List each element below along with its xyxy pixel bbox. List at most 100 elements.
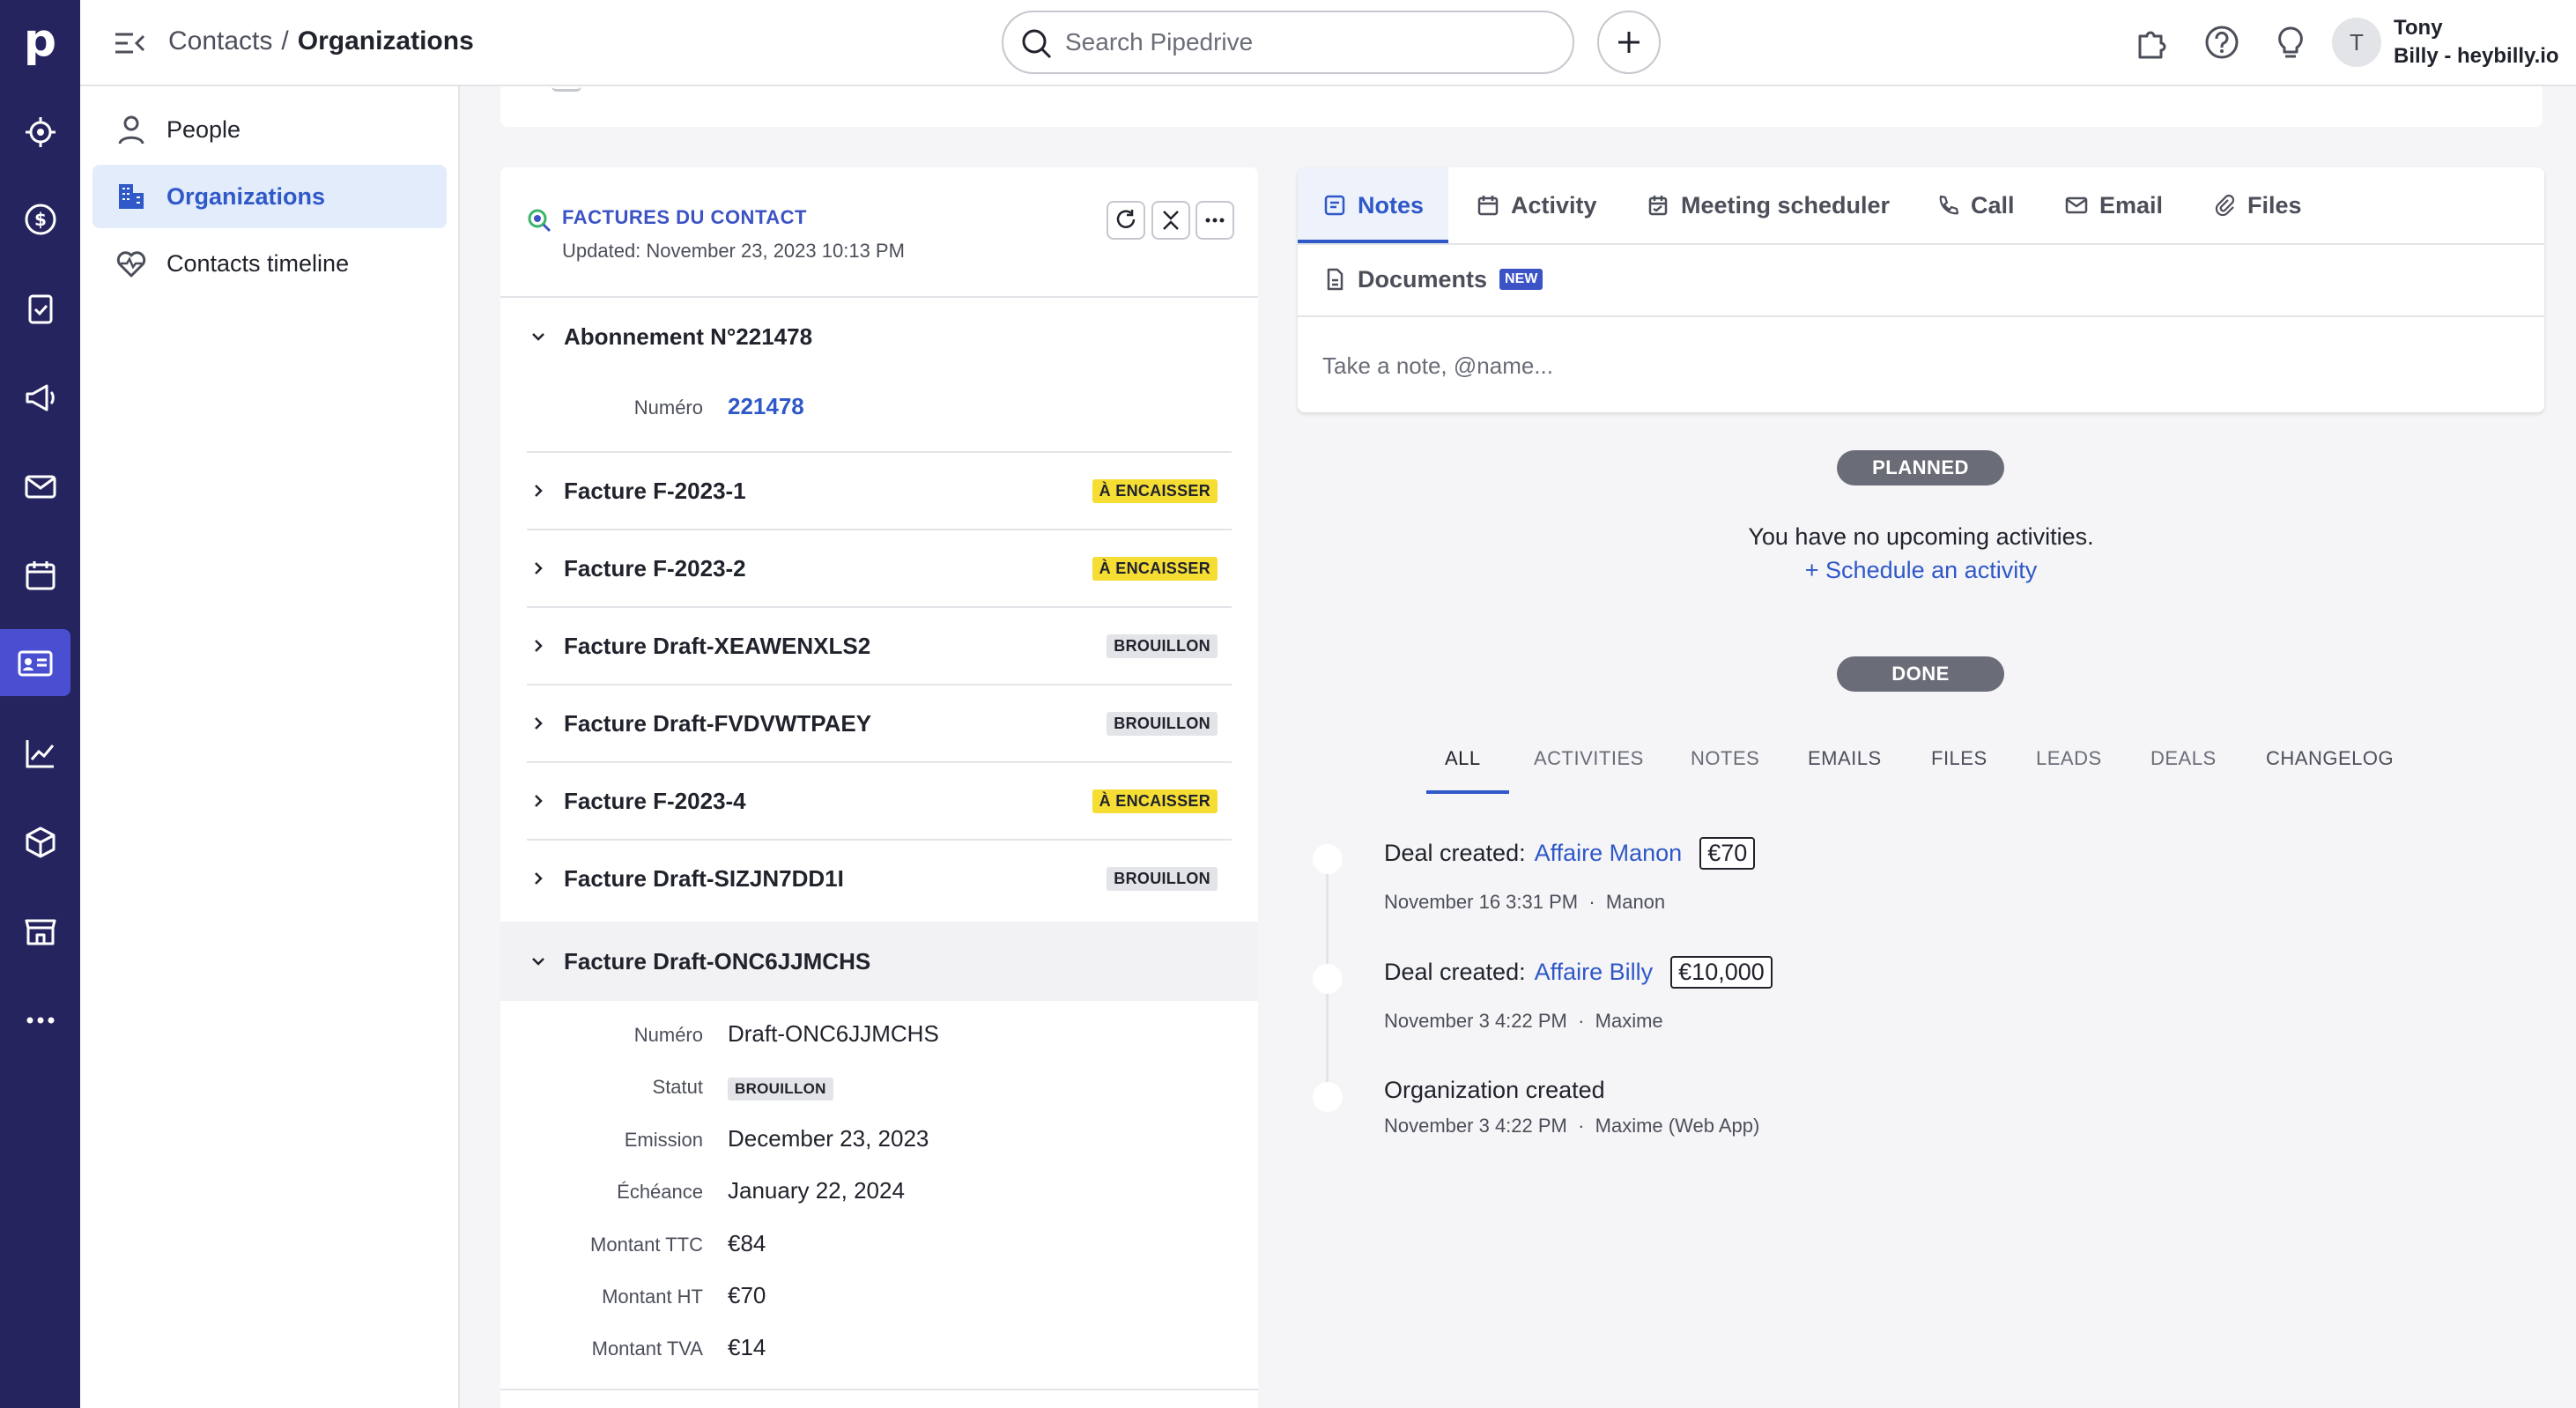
factures-header: FACTURES DU CONTACT Updated: November 23… xyxy=(500,167,1258,298)
insights-icon[interactable] xyxy=(9,720,71,787)
invoice-row[interactable]: Facture F-2023-1 À ENCAISSER xyxy=(527,451,1232,529)
filter-tab-all[interactable]: ALL xyxy=(1445,747,1481,793)
field-value: BROUILLON xyxy=(728,1072,833,1100)
active-filter-indicator xyxy=(1426,790,1509,794)
help-icon[interactable] xyxy=(2203,24,2240,61)
invoice-title: Facture F-2023-2 xyxy=(564,554,746,582)
invoice-row[interactable]: Facture F-2023-2 À ENCAISSER xyxy=(527,529,1232,606)
event-label: Deal created: xyxy=(1384,840,1526,866)
plus-icon xyxy=(1618,32,1640,53)
schedule-activity-label[interactable]: + Schedule an activity xyxy=(1805,557,2037,583)
invoice-row[interactable]: Facture Draft-SIZJN7DD1I BROUILLON xyxy=(527,839,1232,916)
meeting-scheduler-icon xyxy=(1648,196,1668,216)
field-value: €84 xyxy=(728,1230,766,1256)
more-icon[interactable] xyxy=(9,987,71,1054)
timeline-event: Deal created: Affaire Billy €10,000 xyxy=(1384,956,1773,989)
invoice-title: Facture Draft-ONC6JJMCHS xyxy=(564,947,871,974)
tips-lightbulb-icon[interactable] xyxy=(2272,24,2309,61)
filter-tab-notes[interactable]: NOTES xyxy=(1691,747,1759,793)
status-badge: BROUILLON xyxy=(1107,712,1218,736)
refresh-button[interactable] xyxy=(1107,201,1145,240)
field-value: Draft-ONC6JJMCHS xyxy=(728,1020,939,1047)
deals-icon[interactable]: $ xyxy=(9,186,71,253)
more-actions-button[interactable] xyxy=(1195,201,1234,240)
tab-files[interactable]: Files xyxy=(2212,167,2302,243)
search-box[interactable] xyxy=(1002,11,1574,74)
subnav-item-organizations[interactable]: Organizations xyxy=(93,165,447,228)
subnav-label: Contacts timeline xyxy=(167,249,350,277)
field-value: €70 xyxy=(728,1282,766,1308)
campaigns-icon[interactable] xyxy=(9,364,71,431)
status-badge: À ENCAISSER xyxy=(1092,479,1218,503)
invoice-title: Facture F-2023-1 xyxy=(564,477,746,504)
field-label: Numéro xyxy=(633,1024,703,1046)
calendar-icon[interactable] xyxy=(9,542,71,609)
activities-icon[interactable] xyxy=(9,275,71,342)
collapse-menu-icon[interactable] xyxy=(112,26,147,61)
deal-amount: €10,000 xyxy=(1670,956,1773,989)
invoice-row[interactable]: Facture Draft-XEAWENXLS2 BROUILLON xyxy=(527,606,1232,684)
invoice-row-expanded[interactable]: Facture Draft-ONC6JJMCHS xyxy=(527,923,1232,1000)
deal-amount: €70 xyxy=(1699,837,1756,870)
tab-activity[interactable]: Activity xyxy=(1476,167,1597,243)
detail-row: Montant HT €70 xyxy=(527,1280,1232,1315)
chevron-right-icon xyxy=(527,870,550,887)
extensions-icon[interactable] xyxy=(2133,24,2170,61)
divider xyxy=(500,1389,1258,1390)
filter-tab-activities[interactable]: ACTIVITIES xyxy=(1534,747,1644,793)
tab-meeting-scheduler[interactable]: Meeting scheduler xyxy=(1646,167,1890,243)
chevron-right-icon xyxy=(527,559,550,577)
quick-add-button[interactable] xyxy=(1597,11,1661,74)
invoice-title: Facture F-2023-4 xyxy=(564,787,746,814)
filter-tab-files[interactable]: FILES xyxy=(1931,747,1988,793)
details-card xyxy=(500,86,2543,127)
schedule-activity-link: + Schedule an activity xyxy=(1298,557,2544,584)
invoice-row[interactable]: Facture F-2023-4 À ENCAISSER xyxy=(527,761,1232,839)
subnav-item-people[interactable]: People xyxy=(93,98,447,161)
field-label: Statut xyxy=(652,1076,703,1098)
note-input[interactable] xyxy=(1322,348,2520,383)
tab-label: Documents xyxy=(1358,265,1488,293)
abonnement-numero-row: Numéro 221478 xyxy=(527,391,1232,426)
timeline-dot xyxy=(1313,844,1343,874)
event-label: Organization created xyxy=(1384,1077,1605,1103)
status-badge: BROUILLON xyxy=(1107,634,1218,658)
building-icon xyxy=(119,184,144,209)
contacts-icon[interactable] xyxy=(0,629,70,696)
leads-icon[interactable] xyxy=(9,99,71,166)
filter-tab-emails[interactable]: EMAILS xyxy=(1808,747,1882,793)
chevron-down-icon xyxy=(527,952,550,970)
products-icon[interactable] xyxy=(9,809,71,876)
search-input[interactable] xyxy=(1065,25,1541,60)
note-icon xyxy=(1324,195,1345,216)
chevron-right-icon xyxy=(527,715,550,732)
phone-icon xyxy=(1939,195,1959,215)
mail-icon xyxy=(2065,196,2088,214)
refresh-icon xyxy=(1116,210,1136,228)
abonnement-section[interactable]: Abonnement N°221478 xyxy=(527,298,1232,375)
tab-call[interactable]: Call xyxy=(1936,167,2015,243)
avatar[interactable]: T xyxy=(2332,18,2381,67)
breadcrumb-contacts[interactable]: Contacts xyxy=(168,26,272,56)
filter-tab-leads[interactable]: LEADS xyxy=(2036,747,2102,793)
collapse-all-button[interactable] xyxy=(1151,201,1190,240)
section-title: Abonnement N°221478 xyxy=(564,322,813,350)
tab-notes[interactable]: Notes xyxy=(1298,167,1449,243)
filter-tab-changelog[interactable]: CHANGELOG xyxy=(2266,747,2394,793)
abonnement-number-link[interactable]: 221478 xyxy=(728,393,804,420)
filter-tab-deals[interactable]: DEALS xyxy=(2150,747,2217,793)
invoice-row[interactable]: Facture Draft-FVDVWTPAEY BROUILLON xyxy=(527,684,1232,761)
marketplace-icon[interactable] xyxy=(9,898,71,965)
pipedrive-logo[interactable]: p xyxy=(0,0,80,80)
status-badge: BROUILLON xyxy=(728,1078,833,1100)
account-menu[interactable]: Tony Billy - heybilly.io xyxy=(2394,14,2559,70)
deal-link[interactable]: Affaire Manon xyxy=(1535,840,1683,867)
tab-email[interactable]: Email xyxy=(2064,167,2163,243)
chevron-right-icon xyxy=(527,637,550,655)
deal-link[interactable]: Affaire Billy xyxy=(1535,959,1654,986)
invoice-title: Facture Draft-SIZJN7DD1I xyxy=(564,864,844,892)
detail-row: Emission December 23, 2023 xyxy=(527,1123,1232,1159)
mail-icon[interactable] xyxy=(9,453,71,520)
subnav-item-contacts-timeline[interactable]: Contacts timeline xyxy=(93,232,447,295)
tab-documents[interactable]: Documents NEW xyxy=(1322,241,1543,317)
